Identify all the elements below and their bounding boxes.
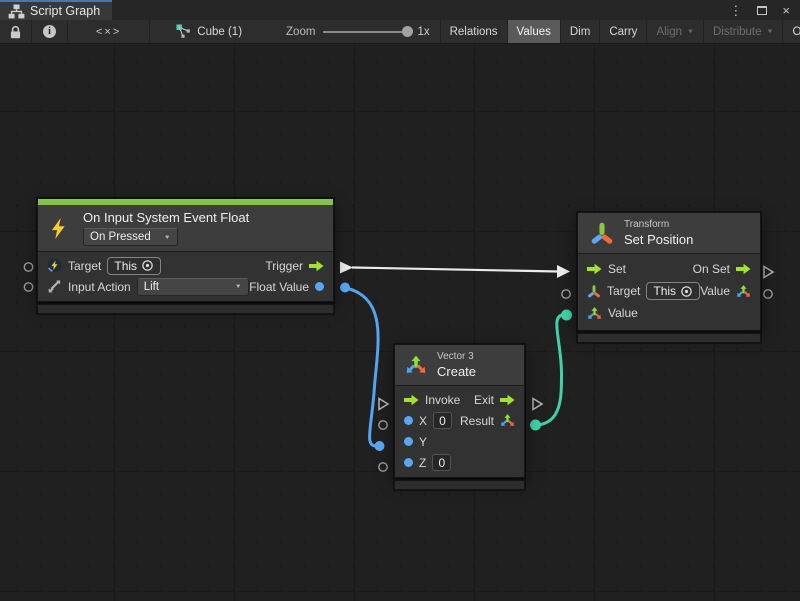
target-this-chip[interactable]: This (107, 257, 161, 275)
relations-button[interactable]: Relations (440, 20, 508, 43)
object-picker-icon (680, 285, 693, 298)
y-port-dot[interactable] (404, 437, 413, 446)
event-inputaction-port[interactable] (24, 283, 32, 291)
z-value-field[interactable]: 0 (432, 454, 451, 471)
result-output-port[interactable] (530, 420, 541, 431)
x-input-port[interactable] (379, 421, 387, 429)
transform-icon (590, 222, 614, 245)
flow-arrow-icon (500, 394, 515, 406)
chevron-down-icon: ▼ (164, 234, 171, 240)
flow-arrow-icon (404, 394, 419, 406)
trigger-output-port[interactable] (340, 262, 353, 274)
vector3-row-y: Y (395, 431, 524, 452)
wire-arrowhead (557, 265, 570, 278)
vector3-row-x: X 0 Result (395, 410, 524, 431)
event-mode-dropdown[interactable]: On Pressed ▼ (83, 228, 178, 246)
setposition-row-value: Value (578, 302, 760, 324)
dim-button[interactable]: Dim (561, 20, 600, 43)
graph-target-breadcrumb[interactable]: Cube (1) (168, 20, 250, 43)
node-title: Set Position (624, 232, 693, 247)
node-on-input-system-event-float[interactable]: On Input System Event Float On Pressed ▼ (37, 198, 334, 314)
z-port-dot[interactable] (404, 458, 413, 467)
lightning-bolt-icon (49, 218, 67, 239)
float-port-dot[interactable] (315, 282, 324, 291)
setposition-row-set: Set On Set (578, 258, 760, 280)
input-action-dropdown[interactable]: Lift ▼ (137, 278, 249, 296)
y-input-port[interactable] (375, 441, 385, 451)
setposition-value-input-port[interactable] (561, 310, 572, 321)
wire-result-to-value[interactable] (537, 315, 563, 425)
flow-arrow-icon (309, 260, 324, 272)
float-value-output-port[interactable] (340, 283, 350, 293)
vector3-icon (500, 413, 515, 428)
vector3-icon (405, 354, 427, 376)
angle-x-icon: <×> (96, 26, 121, 38)
values-button[interactable]: Values (508, 20, 561, 43)
node-footer (37, 304, 334, 314)
tab-script-graph[interactable]: Script Graph (0, 0, 112, 20)
x-value-field[interactable]: 0 (433, 412, 452, 429)
target-this-chip[interactable]: This (646, 282, 700, 300)
vector3-row-invoke: Invoke Exit (395, 389, 524, 410)
align-dropdown[interactable]: Align▼ (647, 20, 704, 43)
input-action-icon (47, 279, 62, 294)
graph-toolbar: i <×> Cube (1) Zoom 1x Relations Values … (0, 20, 800, 44)
lock-button[interactable] (0, 20, 32, 43)
vector3-icon (736, 284, 751, 299)
zoom-value: 1x (417, 26, 429, 38)
tab-bar: Script Graph ⋮ × (0, 0, 800, 20)
node-title: On Input System Event Float (83, 210, 249, 225)
chevron-down-icon: ▼ (687, 29, 694, 35)
event-row-input-action: Input Action Lift ▼ Float Value (38, 276, 333, 297)
graph-target-label: Cube (1) (197, 26, 242, 38)
node-transform-set-position[interactable]: Transform Set Position Set On Set (577, 212, 761, 343)
setposition-target-port[interactable] (562, 290, 570, 298)
zoom-label: Zoom (286, 26, 315, 38)
object-picker-icon (141, 259, 154, 272)
input-event-icon (47, 258, 62, 273)
close-icon[interactable]: × (782, 4, 790, 17)
script-graph-icon (8, 4, 25, 19)
node-footer (577, 333, 761, 343)
distribute-dropdown[interactable]: Distribute▼ (704, 20, 784, 43)
menu-icon[interactable]: ⋮ (729, 4, 742, 17)
node-vector3-create[interactable]: Vector 3 Create Invoke Exit (394, 344, 525, 490)
x-port-dot[interactable] (404, 416, 413, 425)
node-title: Create (437, 364, 476, 379)
wire-floatvalue-to-y[interactable] (346, 288, 378, 446)
script-graph-window: Script Graph ⋮ × i <×> Cube (1) Zoom 1x … (0, 0, 800, 601)
graph-reference-icon (176, 24, 191, 39)
overview-button[interactable]: Overview (783, 20, 800, 43)
transform-icon (587, 285, 601, 298)
zoom-slider[interactable] (323, 31, 409, 33)
node-footer (394, 480, 525, 490)
event-row-target: Target This Trigger (38, 255, 333, 276)
carry-button[interactable]: Carry (600, 20, 647, 43)
vector3-icon (587, 306, 602, 321)
graph-canvas[interactable]: On Input System Event Float On Pressed ▼ (0, 44, 800, 601)
exit-output-port[interactable] (533, 399, 542, 410)
flow-arrow-icon (587, 263, 602, 275)
lock-icon (8, 25, 23, 39)
info-icon: i (43, 25, 56, 38)
invoke-input-port[interactable] (379, 399, 388, 410)
event-target-port[interactable] (24, 263, 32, 271)
info-button[interactable]: i (32, 20, 68, 43)
wire-trigger-to-set[interactable] (352, 268, 558, 272)
setposition-row-target: Target This Value (578, 280, 760, 302)
flow-arrow-icon (736, 263, 751, 275)
zoom-control: Zoom 1x (276, 20, 440, 43)
chevron-down-icon: ▼ (767, 29, 774, 35)
tab-title: Script Graph (30, 4, 100, 18)
zoom-slider-handle[interactable] (402, 26, 413, 37)
zoom-to-fit-button[interactable]: <×> (68, 20, 150, 43)
vector3-row-z: Z 0 (395, 452, 524, 473)
maximize-icon[interactable] (757, 6, 767, 15)
window-controls: ⋮ × (729, 0, 800, 20)
value-output-port[interactable] (764, 290, 772, 298)
chevron-down-icon: ▼ (235, 284, 242, 290)
z-input-port[interactable] (379, 463, 387, 471)
onset-output-port[interactable] (764, 267, 773, 278)
